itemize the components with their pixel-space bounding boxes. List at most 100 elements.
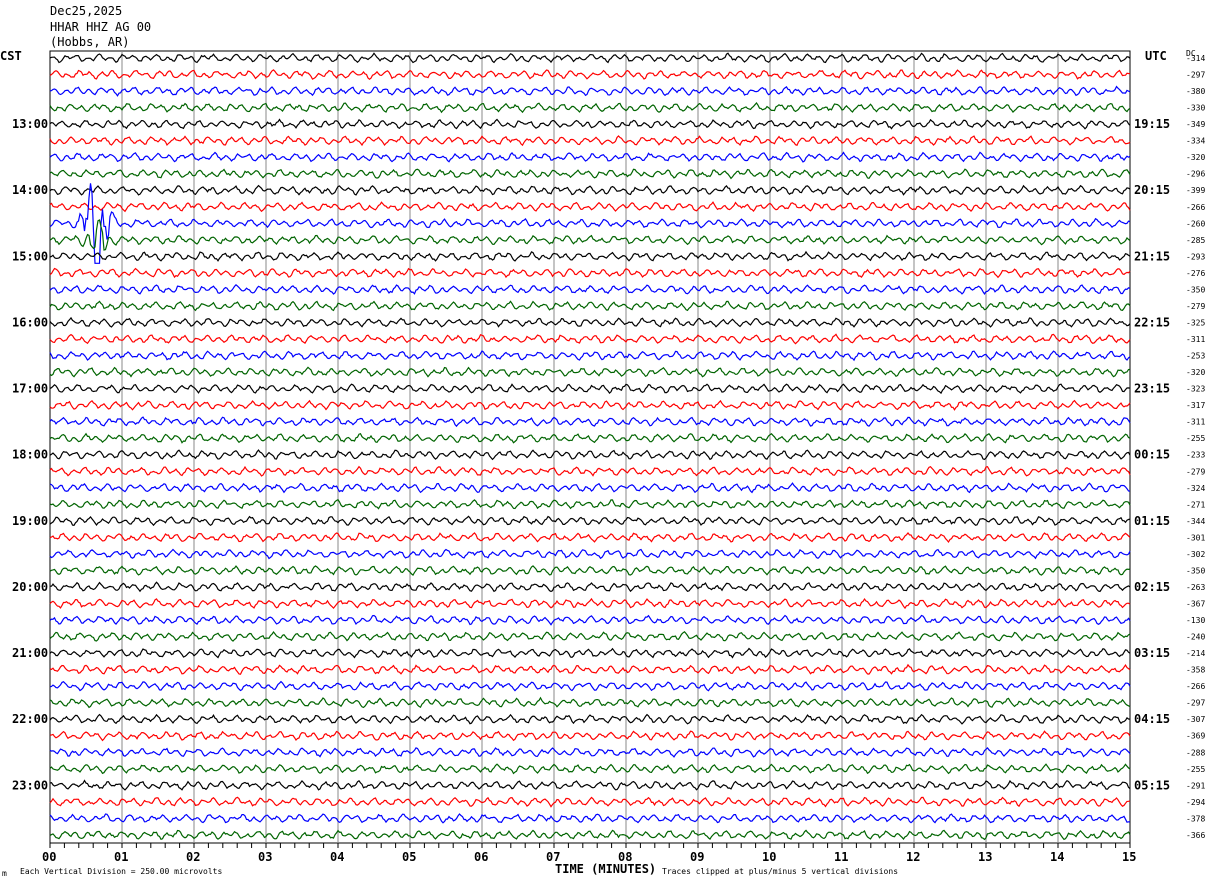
dc-offset-label: -294: [1186, 798, 1205, 807]
dc-offset-label: -266: [1186, 682, 1205, 691]
x-tick-label: 14: [1050, 850, 1064, 864]
dc-offset-label: -350: [1186, 566, 1205, 575]
seismic-trace: [49, 763, 1131, 775]
seismic-trace: [49, 829, 1131, 841]
seismic-trace: [49, 779, 1131, 791]
dc-offset-label: -378: [1186, 814, 1205, 823]
seismic-trace: [49, 350, 1131, 362]
seismic-trace: [49, 333, 1131, 345]
x-tick-label: 09: [690, 850, 704, 864]
cst-hour-label: 13:00: [12, 117, 48, 131]
cst-hour-label: 19:00: [12, 514, 48, 528]
clip-note: Traces clipped at plus/minus 5 vertical …: [662, 867, 898, 876]
x-tick-label: 05: [402, 850, 416, 864]
helicorder-plot: Dec25,2025 HHAR HHZ AG 00 (Hobbs, AR) CS…: [0, 4, 1205, 878]
dc-offset-label: -366: [1186, 831, 1205, 840]
cst-hour-label: 17:00: [12, 382, 48, 396]
x-tick-label: 03: [258, 850, 272, 864]
x-tick-label: 04: [330, 850, 344, 864]
dc-offset-label: -311: [1186, 335, 1205, 344]
dc-offset-label: -358: [1186, 666, 1205, 675]
dc-offset-label: -334: [1186, 137, 1205, 146]
location-label: (Hobbs, AR): [50, 35, 129, 49]
plot-frame: [49, 50, 1131, 844]
left-timezone: CST: [0, 49, 22, 63]
seismic-trace: [49, 532, 1131, 544]
utc-hour-label: 22:15: [1134, 315, 1170, 329]
dc-offset-label: -297: [1186, 71, 1205, 80]
seismic-trace: [49, 565, 1131, 577]
dc-offset-label: -130: [1186, 616, 1205, 625]
dc-offset-label: -349: [1186, 120, 1205, 129]
seismic-trace: [49, 52, 1131, 64]
seismic-trace: [49, 366, 1131, 378]
x-tick-label: 02: [186, 850, 200, 864]
seismic-trace: [49, 696, 1131, 709]
dc-offset-label: -320: [1186, 153, 1205, 162]
dc-offset-label: -325: [1186, 318, 1205, 327]
date-label: Dec25,2025: [50, 4, 122, 18]
cst-hour-label: 22:00: [12, 712, 48, 726]
x-tick-label: 13: [978, 850, 992, 864]
dc-offset-label: -293: [1186, 252, 1205, 261]
seismic-trace: [49, 482, 1131, 494]
dc-offset-label: -263: [1186, 583, 1205, 592]
dc-offset-label: -279: [1186, 467, 1205, 476]
seismic-trace: [49, 432, 1131, 444]
dc-offset-label: -271: [1186, 500, 1205, 509]
seismic-trace: [49, 135, 1131, 147]
seismic-trace: [49, 184, 1131, 196]
dc-offset-label: -285: [1186, 236, 1205, 245]
utc-hour-label: 02:15: [1134, 580, 1170, 594]
dc-offset-label: -302: [1186, 550, 1205, 559]
seismic-trace: [49, 316, 1131, 328]
dc-offset-label: -323: [1186, 385, 1205, 394]
dc-offset-label: -297: [1186, 699, 1205, 708]
x-tick-label: 01: [114, 850, 128, 864]
x-tick-label: 12: [906, 850, 920, 864]
seismic-trace: [49, 69, 1131, 80]
x-tick-label: 06: [474, 850, 488, 864]
cst-hour-label: 20:00: [12, 580, 48, 594]
seismic-trace: [49, 465, 1131, 477]
scale-note: Each Vertical Division = 250.00 microvol…: [20, 867, 222, 876]
x-tick-label: 10: [762, 850, 776, 864]
dc-offset-label: -311: [1186, 418, 1205, 427]
seismic-trace: [49, 183, 1131, 264]
dc-offset-label: -320: [1186, 368, 1205, 377]
dc-offset-label: -344: [1186, 517, 1205, 526]
right-timezone: UTC: [1145, 49, 1167, 63]
utc-hour-label: 05:15: [1134, 778, 1170, 792]
seismic-trace: [49, 730, 1131, 742]
logo-mark: m: [2, 869, 7, 878]
seismic-trace: [49, 102, 1131, 114]
seismic-trace: [49, 515, 1131, 527]
seismic-trace: [49, 449, 1131, 461]
seismic-trace: [49, 747, 1131, 758]
seismic-trace: [50, 581, 1131, 593]
cst-hour-label: 18:00: [12, 448, 48, 462]
seismic-trace: [49, 498, 1131, 510]
seismic-trace: [49, 813, 1131, 824]
x-axis-label: TIME (MINUTES): [555, 862, 656, 876]
dc-offset-label: -314: [1186, 54, 1205, 63]
seismic-trace: [49, 201, 1131, 213]
dc-offset-label: -317: [1186, 401, 1205, 410]
seismic-trace: [49, 416, 1131, 428]
dc-offset-label: -296: [1186, 170, 1205, 179]
seismic-trace: [49, 548, 1131, 560]
seismic-trace: [49, 614, 1131, 626]
x-tick-label: 11: [834, 850, 848, 864]
dc-offset-label: -399: [1186, 186, 1205, 195]
dc-offset-label: -266: [1186, 203, 1205, 212]
utc-hour-label: 23:15: [1134, 382, 1170, 396]
cst-hour-label: 16:00: [12, 315, 48, 329]
x-tick-label: 00: [42, 850, 56, 864]
utc-hour-label: 20:15: [1134, 183, 1170, 197]
seismic-trace: [49, 267, 1131, 279]
utc-hour-label: 00:15: [1134, 448, 1170, 462]
seismic-trace: [49, 118, 1131, 130]
dc-offset-label: -279: [1186, 302, 1205, 311]
dc-offset-label: -276: [1186, 269, 1205, 278]
dc-offset-label: -291: [1186, 781, 1205, 790]
